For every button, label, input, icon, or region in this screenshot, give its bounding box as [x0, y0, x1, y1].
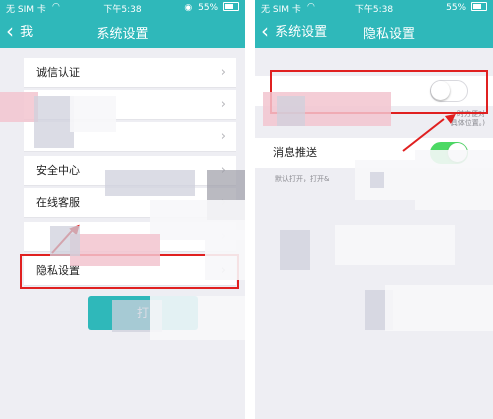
blur-overlay	[34, 96, 74, 148]
blur-overlay	[105, 170, 195, 196]
battery-percent: 55%	[198, 3, 219, 13]
row-credit-auth[interactable]: 诚信认证 ›	[24, 58, 236, 88]
chevron-left-icon: ‹	[261, 19, 269, 43]
blur-overlay	[355, 160, 415, 200]
chevron-right-icon: ›	[220, 129, 226, 144]
battery-indicator: ◉ 55%	[184, 2, 239, 13]
location-icon: ◉	[184, 3, 193, 13]
blur-overlay	[370, 172, 384, 188]
battery-icon	[471, 2, 487, 11]
right-screen: 无 SIM 卡 ◠ 下午5:38 55% ‹ 系统设置 隐私设置 时方便对 具体…	[255, 0, 493, 419]
back-label: 系统设置	[275, 25, 328, 40]
blur-overlay	[335, 225, 455, 265]
status-bar: 无 SIM 卡 ◠ 下午5:38 55%	[255, 0, 493, 16]
row-label: 诚信认证	[36, 66, 80, 79]
blur-overlay	[205, 230, 245, 280]
row-label: 在线客服	[36, 196, 80, 209]
nav-bar: ‹ 系统设置 隐私设置	[255, 16, 493, 48]
blur-overlay	[415, 150, 493, 210]
blur-overlay	[70, 234, 160, 266]
push-description: 默认打开，打开&	[275, 175, 330, 183]
blur-overlay	[277, 96, 305, 126]
row-label: 安全中心	[36, 164, 80, 177]
page-title: 系统设置	[96, 27, 149, 42]
blur-overlay	[50, 226, 80, 256]
push-label: 消息推送	[273, 146, 317, 159]
blur-overlay	[0, 92, 38, 122]
nav-bar: ‹ 我 系统设置	[0, 16, 245, 48]
left-screen: 无 SIM 卡 ◠ 下午5:38 ◉ 55% ‹ 我 系统设置 诚信认证 › ›…	[0, 0, 245, 419]
page-title: 隐私设置	[362, 27, 415, 42]
blur-overlay	[280, 230, 310, 270]
back-button[interactable]: ‹ 系统设置	[261, 20, 327, 44]
battery-percent: 55%	[446, 3, 467, 13]
blur-overlay	[385, 285, 493, 331]
blur-overlay	[150, 296, 245, 340]
chevron-right-icon: ›	[220, 97, 226, 112]
battery-icon	[223, 2, 239, 11]
battery-indicator: 55%	[446, 2, 487, 13]
blur-overlay	[70, 96, 116, 132]
chevron-right-icon: ›	[220, 65, 226, 80]
status-bar: 无 SIM 卡 ◠ 下午5:38 ◉ 55%	[0, 0, 245, 16]
